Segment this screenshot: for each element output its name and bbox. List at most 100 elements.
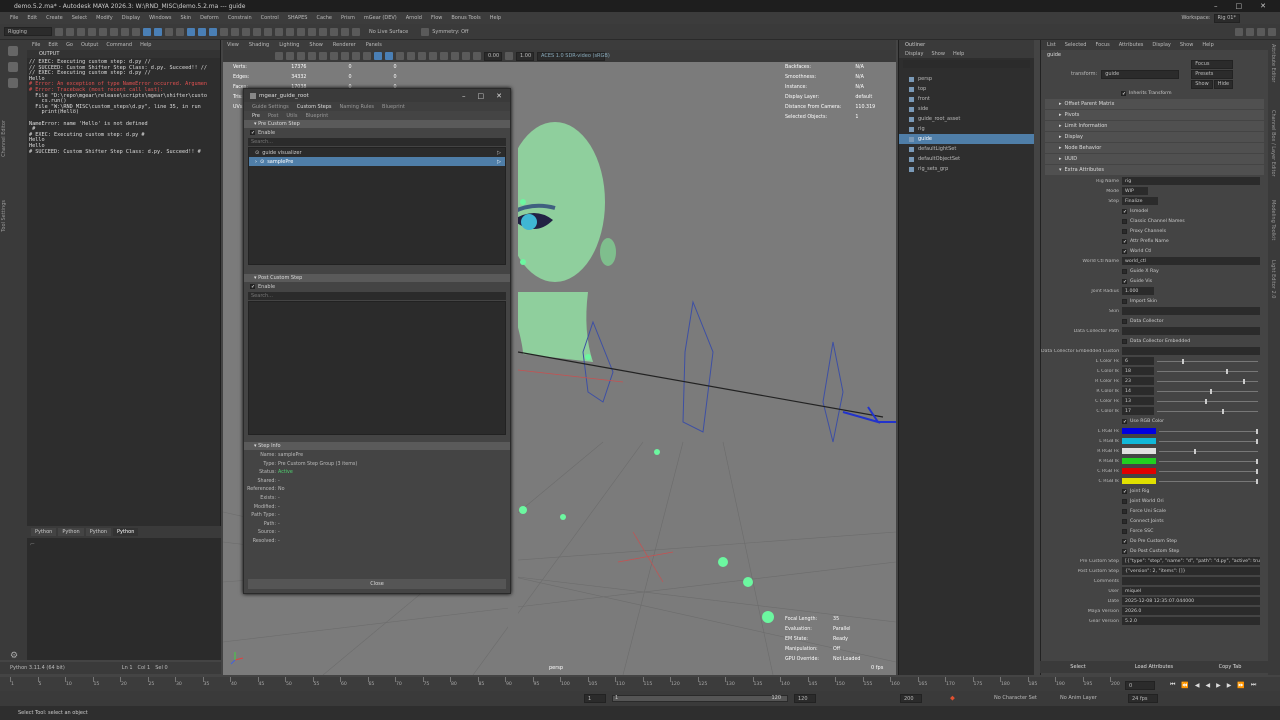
check-classic-channel-names[interactable]: Classic Channel Names xyxy=(1041,216,1268,226)
step-run-icon[interactable]: ▷ xyxy=(497,159,505,165)
check-do-post-custom-step[interactable]: ✓ Do Post Custom Step xyxy=(1041,546,1268,556)
step-forward-icon[interactable]: ▶ xyxy=(1227,682,1232,689)
new-scene-icon[interactable] xyxy=(55,27,63,36)
sidebar-toggle-icon[interactable] xyxy=(1235,27,1243,36)
select-tool-icon[interactable] xyxy=(8,46,18,56)
attr-slider[interactable] xyxy=(1157,368,1258,374)
outliner-item[interactable]: guide xyxy=(899,134,1034,144)
check-data-collector-embedded[interactable]: Data Collector Embedded xyxy=(1041,336,1268,346)
ao-icon[interactable] xyxy=(429,52,437,60)
frame-uuid[interactable]: ▸ UUID xyxy=(1045,154,1264,164)
attribute-editor-tab[interactable]: Attribute Editor xyxy=(1270,44,1276,82)
attr-field[interactable] xyxy=(1122,347,1260,355)
tab-guide-settings[interactable]: Guide Settings xyxy=(252,104,289,110)
node-tab[interactable]: guide xyxy=(1041,50,1268,60)
subtab-post[interactable]: Post xyxy=(268,113,278,119)
character-set-dropdown[interactable]: No Character Set xyxy=(994,695,1037,701)
attr-field[interactable] xyxy=(1122,327,1260,335)
attr-field[interactable]: rig xyxy=(1122,177,1260,185)
post-step-list[interactable] xyxy=(248,301,506,435)
image-plane-icon[interactable] xyxy=(308,52,316,60)
script-menu-edit[interactable]: Edit xyxy=(48,42,58,48)
modeling-toolkit-icon[interactable] xyxy=(1246,27,1254,36)
pre-step-list[interactable]: ⊙ guide visualizer ▷ › ⊙ samplePre ▷ xyxy=(248,147,506,265)
viewport-menu-view[interactable]: View xyxy=(227,42,239,48)
attr-slider[interactable] xyxy=(1157,388,1258,394)
attr-slider[interactable] xyxy=(1157,358,1258,364)
redo-icon[interactable] xyxy=(99,27,107,36)
color-swatch[interactable] xyxy=(1122,428,1156,434)
post-search-input[interactable]: Search... xyxy=(248,292,506,300)
color-swatch[interactable] xyxy=(1122,468,1156,474)
attribute-editor-icon[interactable] xyxy=(1257,27,1265,36)
attr-slider[interactable] xyxy=(1157,378,1258,384)
color-swatch[interactable] xyxy=(1122,438,1156,444)
render-icon[interactable] xyxy=(253,27,261,36)
slider-knob[interactable] xyxy=(1193,448,1196,454)
step-run-icon[interactable]: ▷ xyxy=(497,150,505,156)
live-surface-label[interactable]: No Live Surface xyxy=(369,29,408,35)
check-do-pre-custom-step[interactable]: ✓ Do Pre Custom Step xyxy=(1041,536,1268,546)
attr-number-field[interactable]: 13 xyxy=(1122,397,1154,405)
start-time-field[interactable]: 1 xyxy=(584,694,606,703)
textured-icon[interactable] xyxy=(396,52,404,60)
inherits-transform-checkbox[interactable]: ✓ Inherits Transform xyxy=(1041,88,1268,98)
tab-naming-rules[interactable]: Naming Rules xyxy=(340,104,375,110)
color-swatch[interactable] xyxy=(1122,448,1156,454)
attr-field[interactable]: 2025-12-08 12:35:07.044000 xyxy=(1122,597,1260,605)
soft-select-icon[interactable] xyxy=(352,27,360,36)
slider-knob[interactable] xyxy=(1225,368,1228,374)
check-use-rgb-color[interactable]: ✓ Use RGB Color xyxy=(1041,416,1268,426)
light-editor-tab[interactable]: Light Editor 2.0 xyxy=(1270,260,1276,298)
select-joints-icon[interactable] xyxy=(154,27,162,36)
tab-custom-steps[interactable]: Custom Steps xyxy=(297,104,332,110)
slider-knob[interactable] xyxy=(1242,378,1245,384)
menu-flow[interactable]: Flow xyxy=(431,15,442,21)
menu-control[interactable]: Control xyxy=(261,15,279,21)
script-tab[interactable]: Python xyxy=(85,528,112,536)
camera-icon[interactable] xyxy=(308,27,316,36)
menu-create[interactable]: Create xyxy=(46,15,63,21)
workspace-dropdown[interactable]: Rig 01* xyxy=(1213,13,1240,23)
check-guide-x-ray[interactable]: Guide X Ray xyxy=(1041,266,1268,276)
menu-mgear-dev[interactable]: mGear (DEV) xyxy=(364,15,397,21)
viewport-menu-lighting[interactable]: Lighting xyxy=(279,42,299,48)
ae-menu-selected[interactable]: Selected xyxy=(1065,42,1087,48)
outliner-item[interactable]: side xyxy=(899,104,1034,114)
play-forward-icon[interactable]: ▶ xyxy=(1216,682,1221,689)
select-component-icon[interactable] xyxy=(132,27,140,36)
attr-field[interactable]: [{"type": "step", "name": "d", "path": "… xyxy=(1122,557,1260,565)
attr-slider[interactable] xyxy=(1159,478,1259,484)
attr-slider[interactable] xyxy=(1157,398,1258,404)
ipr-icon[interactable] xyxy=(264,27,272,36)
presets-button[interactable]: Presets xyxy=(1191,69,1234,79)
script-menu-file[interactable]: File xyxy=(32,42,40,48)
menu-bonus-tools[interactable]: Bonus Tools xyxy=(451,15,480,21)
offset-parent-frame[interactable]: ▸ Offset Parent Matrix xyxy=(1045,99,1264,109)
check-proxy-channels[interactable]: Proxy Channels xyxy=(1041,226,1268,236)
frame-limit-information[interactable]: ▸ Limit Information xyxy=(1045,121,1264,131)
attr-slider[interactable] xyxy=(1159,468,1259,474)
slider-knob[interactable] xyxy=(1256,468,1259,474)
xray-joints-icon[interactable] xyxy=(473,52,481,60)
render-settings-icon[interactable] xyxy=(275,27,283,36)
check-joint-rig[interactable]: ✓ Joint Rig xyxy=(1041,486,1268,496)
viewport-menu-renderer[interactable]: Renderer xyxy=(333,42,356,48)
select-object-icon[interactable] xyxy=(121,27,129,36)
check-world-ctl[interactable]: ✓ World Ctl xyxy=(1041,246,1268,256)
select-handles-icon[interactable] xyxy=(143,27,151,36)
menuset-dropdown[interactable]: Rigging xyxy=(4,27,52,36)
attr-field[interactable]: {"version": 2, "items": []} xyxy=(1122,567,1260,575)
post-enable-checkbox[interactable]: ✓ Enable xyxy=(244,282,510,291)
select-hierarchy-icon[interactable] xyxy=(110,27,118,36)
step-back-key-icon[interactable]: ⏪ xyxy=(1181,682,1188,689)
menu-help[interactable]: Help xyxy=(490,15,501,21)
viewport-menu-panels[interactable]: Panels xyxy=(366,42,382,48)
aa-icon[interactable] xyxy=(440,52,448,60)
dialog-minimize-icon[interactable]: – xyxy=(462,92,466,100)
ae-menu-help[interactable]: Help xyxy=(1202,42,1213,48)
modeling-toolkit-tab[interactable]: Modeling Toolkit xyxy=(1270,200,1276,240)
slider-knob[interactable] xyxy=(1256,438,1259,444)
bookmarks-icon[interactable] xyxy=(297,52,305,60)
grid-icon[interactable] xyxy=(319,52,327,60)
